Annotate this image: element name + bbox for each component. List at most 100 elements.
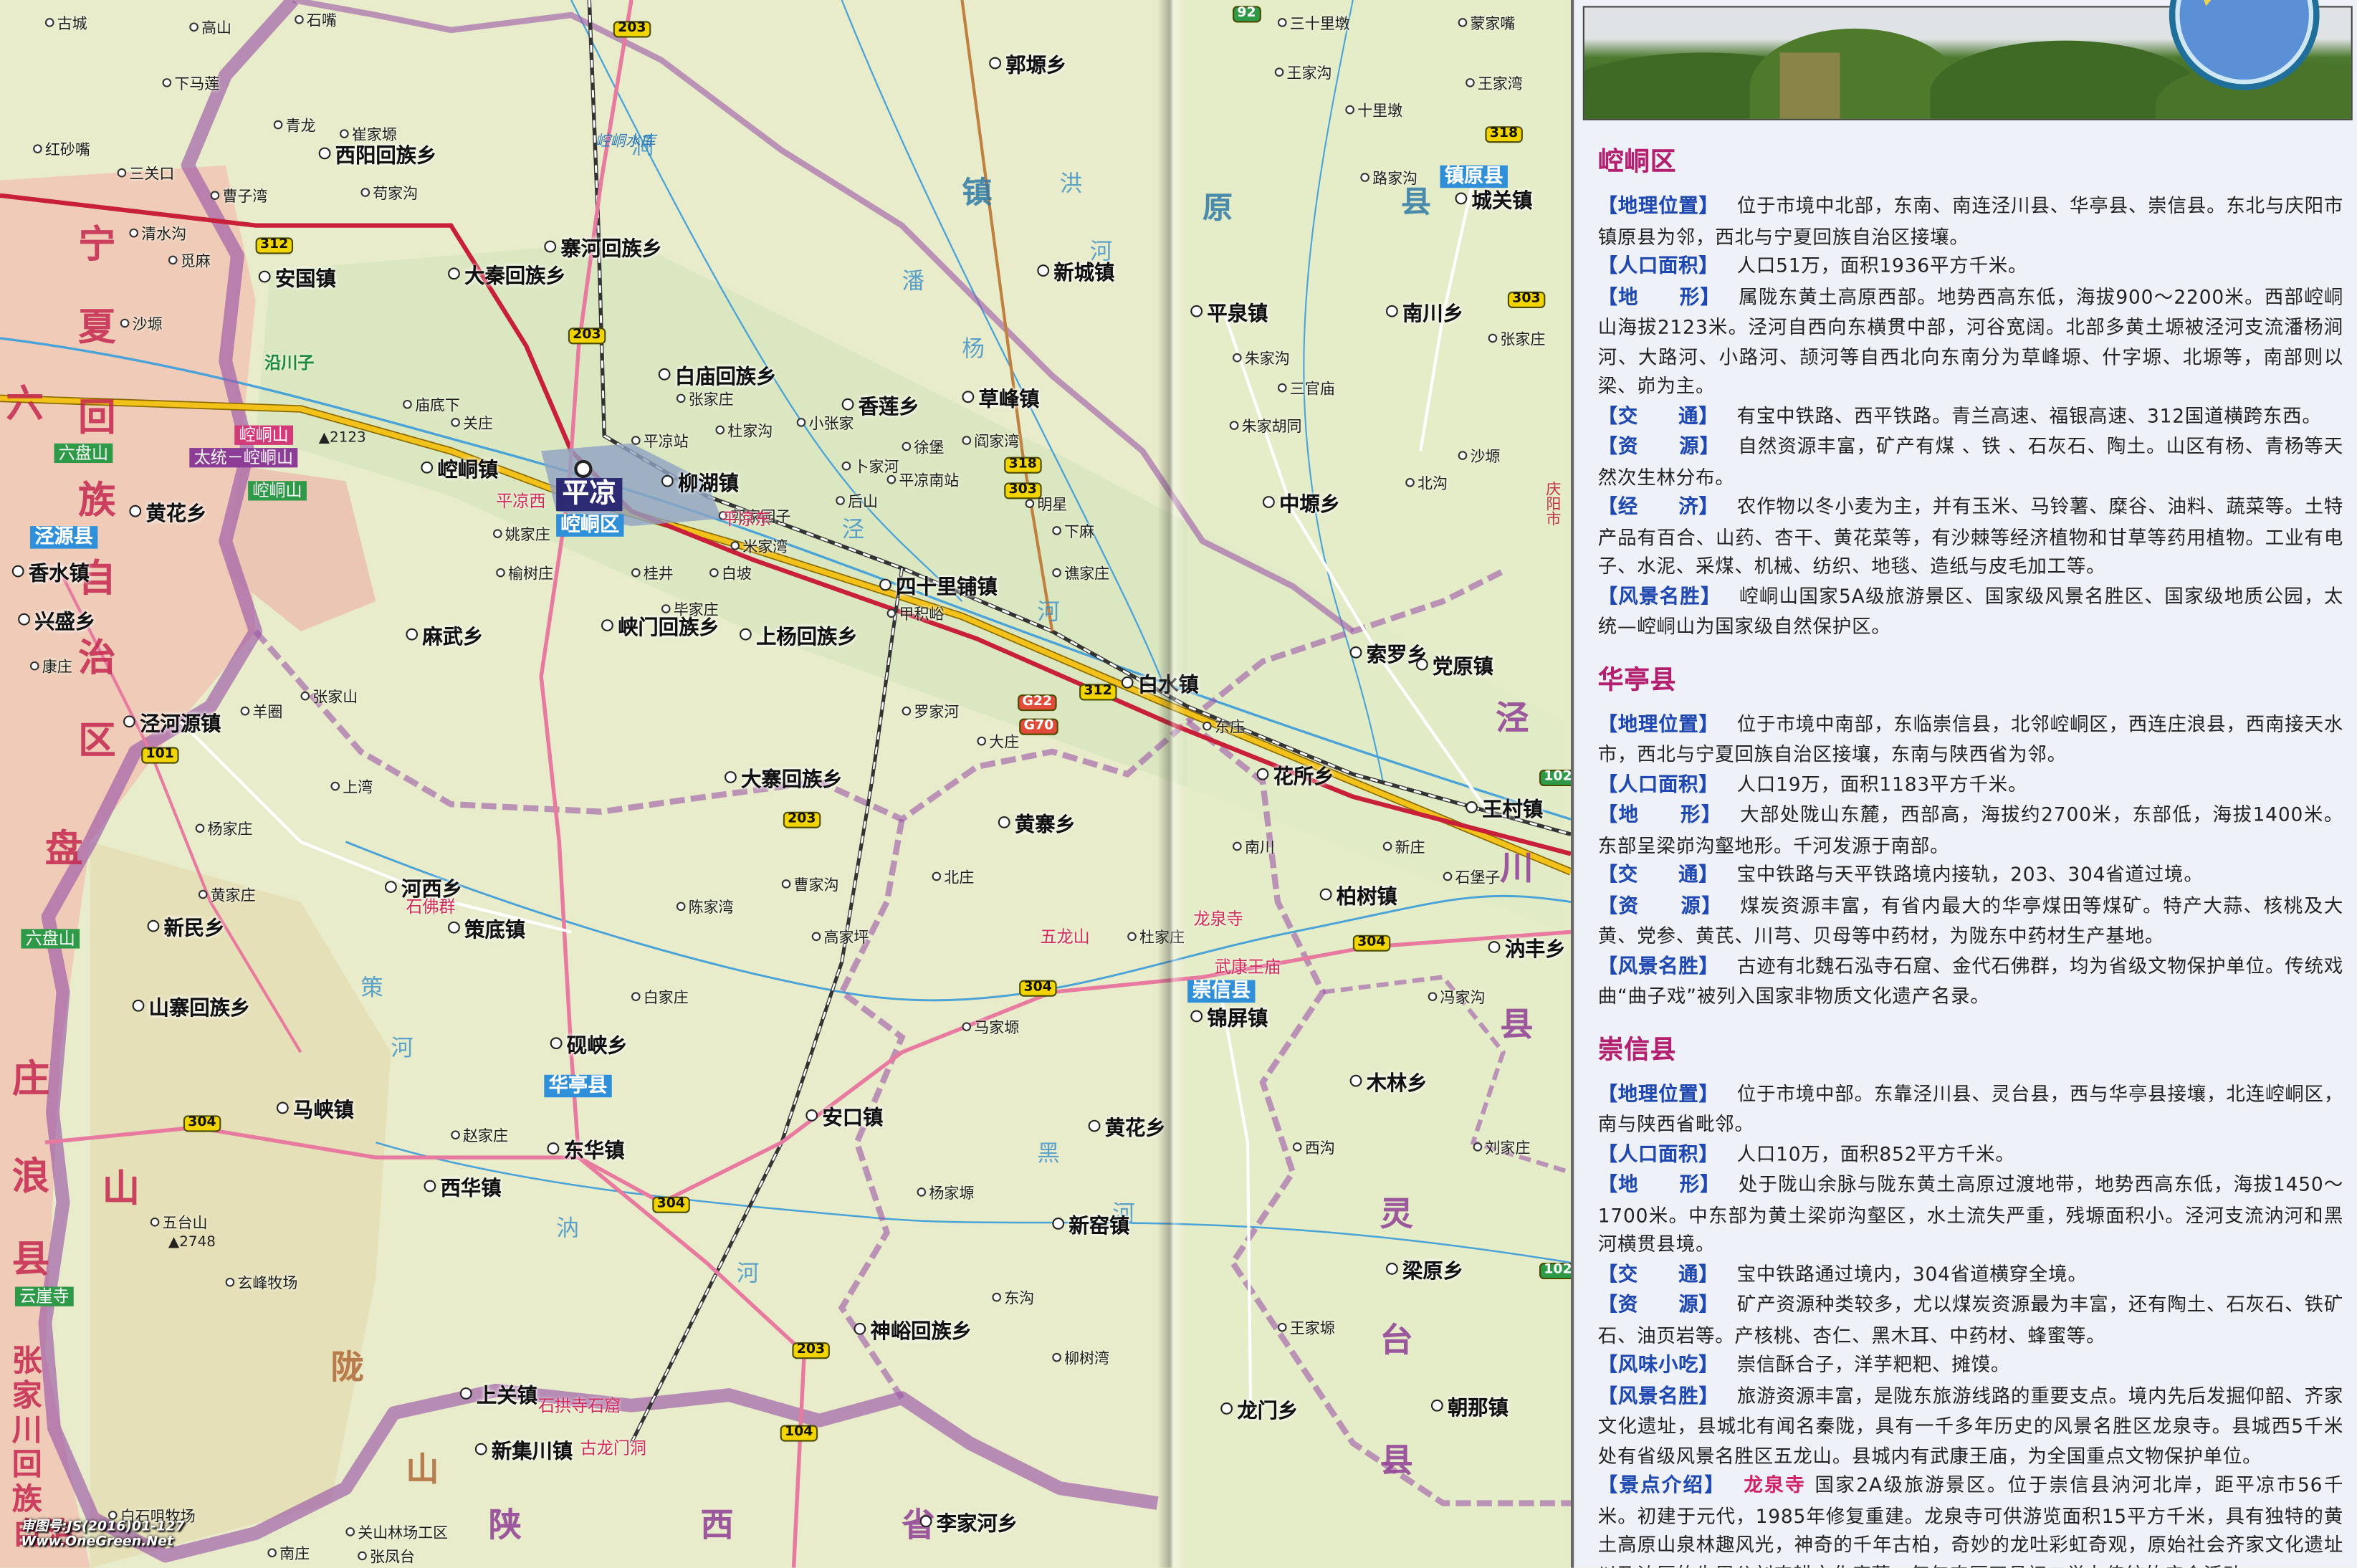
village-label: 南川 [1233,842,1275,857]
village-label: 关庄 [451,418,493,433]
scenic-liupan-1[interactable]: 六盘山 [54,444,113,463]
region-char: 山 [102,1170,140,1207]
town-label: 东华镇 [548,1142,625,1162]
scenic-kongtong-reserve[interactable]: 崆峒山 [248,481,307,500]
entry-label: 【交 通】 [1598,864,1719,886]
entry-population: 【人口面积】人口51万，面积1936平方千米。 [1598,251,2343,282]
route-shield: 304 [183,1115,221,1132]
region-char: 治 [78,639,115,676]
scenic-yanchuanzi[interactable]: 沿川子 [264,355,314,371]
route-shield: 102 [1539,770,1571,786]
village-label: 冯家沟 [1428,992,1486,1007]
city-center-icon [575,462,591,477]
town-label: 柳湖镇 [661,475,739,495]
scenic-wukang-temple[interactable]: 武康王庙 [1215,959,1281,975]
entry-text: 人口19万，面积1183平方千米。 [1737,772,2028,794]
section-chongxin: 崇信县 【地理位置】位于市境中部。东靠泾川县、灵台县，西与华亭县接壤，北连崆峒区… [1598,1035,2343,1568]
village-label: 姚家庄 [493,529,550,544]
route-shield: 203 [613,21,651,37]
entry-population: 【人口面积】人口19万，面积1183平方千米。 [1598,769,2343,800]
reservoir-label: 崆峒水库 [596,135,656,150]
route-shield: 203 [783,812,821,828]
entry-location: 【地理位置】位于市境中部。东靠泾川县、灵台县，西与华亭县接壤，北连崆峒区，南与陕… [1598,1079,2343,1139]
route-shield: 312 [256,237,293,254]
elevation-label: ▲2123 [319,431,366,446]
county-seat-jingyuan[interactable]: 泾源县 [30,526,97,548]
river-label: 黑 [1037,1142,1059,1165]
town-label: 龙门乡 [1220,1402,1298,1423]
village-label: 谯家庄 [1052,568,1109,583]
entry-text: 宝中铁路与天平铁路境内接轨，203、304省道过境。 [1737,863,2204,885]
info-panel: 崆峒区 【地理位置】位于市境中北部，东南、南连泾川县、华亭县、崇信县。东北与庆阳… [1571,0,2357,1568]
entry-attraction: 【景点介绍】龙泉寺国家2A级旅游景区。位于崇信县汭河北岸，距平凉市56千米。初建… [1598,1470,2343,1567]
region-char: 县 [1500,1010,1533,1043]
region-char: 回 [12,1449,42,1479]
scenic-stone-buddhas[interactable]: 石佛群 [406,899,455,915]
town-label: 锦屏镇 [1190,1010,1268,1031]
entry-label: 【资 源】 [1598,1294,1719,1316]
county-seat-huating[interactable]: 华亭县 [544,1075,611,1097]
section-title: 崇信县 [1598,1035,2343,1065]
district-label-kongtong[interactable]: 崆峒区 [556,514,623,536]
county-seat-chongxin[interactable]: 崇信县 [1187,980,1255,1003]
region-char: 庄 [12,1060,49,1097]
station-pingliang-west: 平凉西 [496,493,545,510]
town-label: 南川乡 [1386,305,1463,325]
elevation-label: ▲2748 [168,1235,216,1250]
village-label: 古城 [45,18,87,33]
village-label: 高家坪 [812,932,869,947]
town-label: 兴盛乡 [18,613,95,634]
city-label-pingliang[interactable]: 平凉 [556,478,622,511]
region-char: 盘 [45,830,82,867]
route-shield: 318 [1485,126,1522,143]
atlas-spread: 宁 夏 回 族 自 治 区 六 盘 庄 浪 县 山 张 家 川 回 族 自 治 … [0,0,2357,1568]
route-shield: 312 [1079,684,1117,700]
scenic-shigong-grotto[interactable]: 石拱寺石窟 [538,1398,621,1415]
river-label: 河 [1090,241,1112,263]
region-char: 回 [78,398,115,436]
town-label: 香莲乡 [842,398,919,419]
village-label: 大庄 [977,737,1019,752]
entry-resources: 【资 源】矿产资源种类较多，尤以煤炭资源最为丰富，还有陶土、石灰石、铁矿石、油页… [1598,1290,2343,1350]
route-shield: 304 [1353,935,1390,952]
town-label: 中塬乡 [1263,496,1340,516]
town-label: 梁原乡 [1386,1263,1463,1283]
town-label: 城关镇 [1455,192,1532,212]
entry-text: 人口51万，面积1936平方千米。 [1737,254,2028,276]
region-char: 六 [6,385,43,422]
region-char: 区 [78,722,115,759]
entry-terrain: 【地 形】属陇东黄土高原西部。地势西高东低，海拔900～2200米。西部崆峒山海… [1598,282,2343,401]
route-shield: 303 [1004,482,1041,499]
village-label: 北沟 [1405,478,1448,493]
region-char: 家 [12,1380,42,1410]
region-char: 泾 [1496,704,1529,737]
entry-scenic: 【风景名胜】旅游资源丰富，是陇东旅游线路的重要支点。境内先后发掘仰韶、齐家文化遗… [1598,1381,2343,1471]
scenic-kongtong-mountain[interactable]: 崆峒山 [234,426,293,445]
region-char: 县 [12,1240,49,1278]
scenic-liupan-2[interactable]: 六盘山 [21,929,80,948]
region-char: 张 [12,1345,42,1375]
village-label: 苟家沟 [360,188,418,203]
region-label-qingyang: 庆阳市 [1542,481,1557,526]
village-label: 后山 [836,496,878,511]
river-label: 泾 [842,519,864,541]
route-shield: 102 [1539,1263,1571,1279]
scenic-taitong-kongtong[interactable]: 太统－崆峒山 [189,448,297,467]
entry-terrain: 【地 形】大部处陇山东麓，西部高，海拔约2700米，东部低，海拔1400米。东部… [1598,800,2343,860]
town-label: 郭塬乡 [989,57,1066,77]
town-label: 平泉镇 [1190,305,1268,325]
scenic-gulongmen-cave[interactable]: 古龙门洞 [580,1440,646,1457]
village-label: 东沟 [992,1293,1034,1308]
river-label: 汭 [556,1218,578,1240]
river-label: 河 [391,1037,413,1059]
county-seat-zhenyuan[interactable]: 镇原县 [1440,166,1508,188]
scenic-longquan-temple[interactable]: 龙泉寺 [1193,911,1243,927]
map-area[interactable]: 宁 夏 回 族 自 治 区 六 盘 庄 浪 县 山 张 家 川 回 族 自 治 … [0,0,1571,1568]
entry-label: 【地 形】 [1598,1174,1721,1196]
village-label: 榆树庄 [496,568,553,583]
village-label: 白家庄 [631,992,689,1007]
scenic-wulong-mountain[interactable]: 五龙山 [1041,929,1090,945]
scenic-yunya-temple[interactable]: 云崖寺 [15,1287,74,1306]
region-char: 川 [1500,854,1533,886]
village-label: 高山 [189,22,231,37]
